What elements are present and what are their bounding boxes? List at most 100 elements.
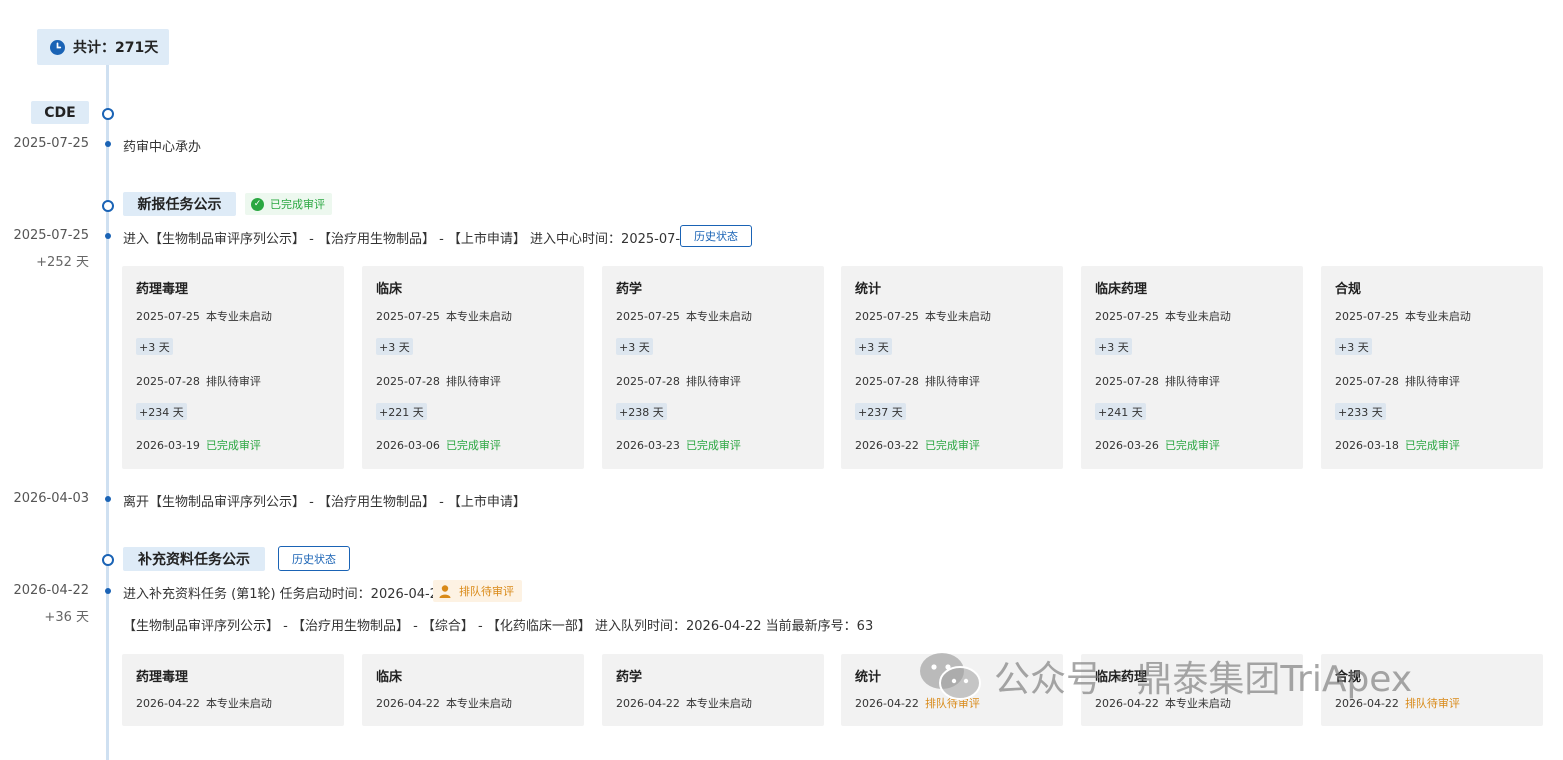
event-date: 2026-04-22 [13,583,89,598]
card-row: 2025-07-25 本专业未启动 [1095,308,1231,324]
card-row: 2026-03-06 已完成审评 [376,437,501,453]
card-row: 2025-07-25 本专业未启动 [136,308,272,324]
row-date: 2025-07-25 [1335,310,1399,323]
row-date: 2025-07-28 [855,375,919,388]
row-date: 2025-07-25 [136,310,200,323]
card-title: 统计 [855,670,882,685]
event-duration: +252 天 [36,255,89,270]
card-row: 2025-07-25 本专业未启动 [616,308,752,324]
timeline-line [106,60,109,760]
supplement-card: 药学 2026-04-22 本专业未启动 [602,654,824,726]
row-date: 2026-03-26 [1095,439,1159,452]
timeline-dot [104,588,111,594]
card-row: 2026-03-19 已完成审评 [136,437,261,453]
event-duration: +36 天 [44,610,89,625]
section-title-new-task: 新报任务公示 [123,192,236,216]
row-date: 2025-07-28 [616,375,680,388]
event-date: 2025-07-25 [13,228,89,243]
event-text: 药审中心承办 [123,140,202,155]
section-title-supplement: 补充资料任务公示 [123,547,265,571]
row-date: 2026-03-06 [376,439,440,452]
duration-chip: +3 天 [1335,338,1372,355]
card-row: 2025-07-28 排队待审评 [616,373,741,389]
row-date: 2026-03-19 [136,439,200,452]
card-row: 2026-03-26 已完成审评 [1095,437,1220,453]
status-badge-completed: ✓ 已完成审评 [245,193,332,215]
row-status-completed: 已完成审评 [685,439,741,452]
supplement-card: 药理毒理 2026-04-22 本专业未启动 [122,654,344,726]
row-date: 2025-07-25 [376,310,440,323]
review-card: 合规 2025-07-25 本专业未启动 +3 天 2025-07-28 排队待审评 +23… [1321,266,1543,469]
review-card: 统计 2025-07-25 本专业未启动 +3 天 2025-07-28 排队待审评 +23… [841,266,1063,469]
event-text: 进入【生物制品审评序列公示】 - 【治疗用生物制品】 - 【上市申请】 进入中心… [123,232,697,247]
card-title: 药理毒理 [136,670,189,685]
supplement-card: 临床 2026-04-22 本专业未启动 [362,654,584,726]
row-status: 本专业未启动 [685,697,752,710]
card-title: 临床药理 [1095,282,1148,297]
row-date: 2025-07-28 [1335,375,1399,388]
duration-chip: +237 天 [855,403,906,420]
duration-chip: +241 天 [1095,403,1146,420]
event-text: 进入补充资料任务 (第1轮) 任务启动时间：2026-04-22 [123,587,447,602]
card-row: 2025-07-28 排队待审评 [1335,373,1460,389]
review-card: 临床药理 2025-07-25 本专业未启动 +3 天 2025-07-28 排队待审评 +… [1081,266,1303,469]
row-date: 2026-04-22 [616,697,680,710]
row-status: 排队待审评 [205,375,261,388]
row-date: 2026-03-23 [616,439,680,452]
row-status: 排队待审评 [1404,375,1460,388]
row-date: 2025-07-28 [1095,375,1159,388]
event-date: 2026-04-03 [13,491,89,506]
check-circle-icon: ✓ [251,197,264,211]
duration-chip: +3 天 [855,338,892,355]
row-status: 本专业未启动 [205,310,272,323]
duration-chip: +238 天 [616,403,667,420]
row-status: 本专业未启动 [205,697,272,710]
row-status-completed: 已完成审评 [445,439,501,452]
card-row: 2026-03-22 已完成审评 [855,437,980,453]
timeline-dot [104,141,111,147]
card-title: 药学 [616,282,643,297]
status-text: 已完成审评 [270,198,325,211]
row-status: 排队待审评 [685,375,741,388]
history-status-button[interactable]: 历史状态 [680,225,752,247]
duration-chip: +221 天 [376,403,427,420]
card-title: 合规 [1335,282,1362,297]
card-row: 2026-03-18 已完成审评 [1335,437,1460,453]
watermark-text: 公众号 · 鼎泰集团TriApex [994,659,1413,700]
row-status: 本专业未启动 [685,310,752,323]
row-status: 排队待审评 [924,375,980,388]
duration-chip: +234 天 [136,403,187,420]
duration-chip: +3 天 [376,338,413,355]
row-date: 2025-07-25 [616,310,680,323]
row-status-completed: 已完成审评 [205,439,261,452]
card-row: 2025-07-25 本专业未启动 [376,308,512,324]
watermark: 公众号 · 鼎泰集团TriApex [918,650,1412,702]
row-date: 2025-07-25 [1095,310,1159,323]
row-date: 2025-07-28 [376,375,440,388]
card-title: 药理毒理 [136,282,189,297]
duration-chip: +3 天 [136,338,173,355]
row-date: 2025-07-25 [855,310,919,323]
row-date: 2026-03-22 [855,439,919,452]
history-status-button[interactable]: 历史状态 [278,546,350,571]
card-row: 2026-04-22 本专业未启动 [616,695,752,711]
card-row: 2026-04-22 本专业未启动 [136,695,272,711]
row-date: 2026-03-18 [1335,439,1399,452]
cde-label: CDE [31,101,89,124]
row-date: 2026-04-22 [376,697,440,710]
row-status: 本专业未启动 [445,697,512,710]
row-status: 本专业未启动 [1404,310,1471,323]
card-row: 2025-07-25 本专业未启动 [1335,308,1471,324]
review-card: 临床 2025-07-25 本专业未启动 +3 天 2025-07-28 排队待审评 +22… [362,266,584,469]
row-status: 排队待审评 [445,375,501,388]
event-text: 【生物制品审评序列公示】 - 【治疗用生物制品】 - 【综合】 - 【化药临床一… [123,619,874,634]
clock-icon [50,39,65,55]
card-title: 统计 [855,282,882,297]
wechat-icon [920,653,981,700]
card-row: 2025-07-28 排队待审评 [136,373,261,389]
timeline-dot [104,233,111,239]
card-title: 药学 [616,670,643,685]
total-duration-text: 共计：271天 [73,40,159,56]
row-date: 2026-04-22 [136,697,200,710]
timeline-node [102,554,114,566]
